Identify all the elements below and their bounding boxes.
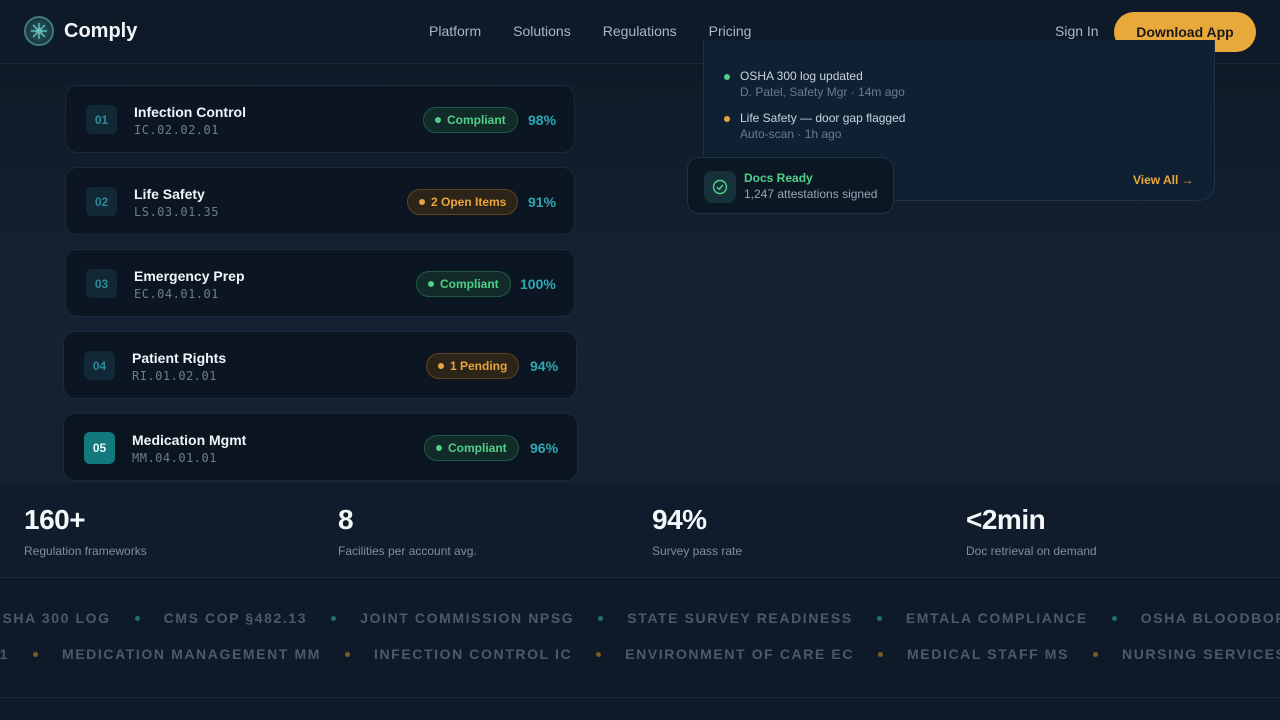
status-dot-icon [428,281,434,287]
card-code: LS.03.01.35 [134,205,219,219]
ticker-item: OSHA 300 LOG [0,610,111,626]
status-badge-label: Compliant [447,113,506,127]
status-badge: Compliant [416,271,511,297]
ticker-item: MEDICAL STAFF MS [907,646,1070,662]
activity-dot-icon [724,116,730,122]
status-badge: 1 Pending [426,353,520,379]
brand-name: Comply [64,19,138,42]
card-number-active: 05 [84,432,115,464]
ticker-dot-icon [331,615,337,621]
status-dot-icon [419,199,425,205]
ticker-dot-icon [32,651,38,657]
activity-dot-icon [724,74,730,80]
compliance-percent: 91% [528,194,557,210]
ticker-item: MEDICATION MANAGEMENT MM [61,646,321,662]
stat-value: 160+ [24,504,86,535]
divider [0,697,1280,698]
check-circle-icon [704,171,736,203]
card-code: RI.01.02.01 [132,369,217,383]
docs-title: Docs Ready [744,171,813,185]
card-number: 02 [86,187,117,216]
brand[interactable]: Comply [24,16,137,46]
status-dot-icon [438,363,444,369]
ticker-dot-icon [134,615,140,621]
view-all-link[interactable]: View All → [1133,173,1194,187]
ticker-item: STATE SURVEY READINESS [627,610,853,626]
card-title: Patient Rights [132,350,227,366]
nav-link-regulations[interactable]: Regulations [603,23,677,39]
status-badge: 2 Open Items [407,189,519,215]
nav-link-solutions[interactable]: Solutions [513,23,571,39]
card-code: MM.04.01.01 [132,451,217,465]
ticker-item: CMS COP §482.13 [163,610,308,626]
activity-meta: Auto-scan · 1h ago [740,127,842,141]
docs-subtitle: 1,247 attestations signed [744,187,878,201]
stat-doc-retrieval: <2min Doc retrieval on demand [966,504,1097,558]
card-code: EC.04.01.01 [134,287,219,301]
status-badge-label: Compliant [440,277,499,291]
ticker-item: OSHA BLOODBORNE [1140,610,1280,626]
compliance-percent: 94% [530,358,559,374]
ticker-dot-icon [344,651,350,657]
card-title: Life Safety [134,186,205,202]
stat-value: <2min [966,504,1046,535]
stat-frameworks: 160+ Regulation frameworks [24,504,147,558]
activity-title: Life Safety — door gap flagged [740,111,906,125]
ticker-item: PATIENT RIGHTS RI.01 [0,646,9,662]
compliance-card-medication-mgmt[interactable]: 05 Medication Mgmt MM.04.01.01 Compliant… [63,413,578,481]
ticker-dot-icon [876,615,882,621]
stat-pass-rate: 94% Survey pass rate [652,504,742,558]
stat-facilities: 8 Facilities per account avg. [338,504,477,558]
ticker-dot-icon [598,615,604,621]
ticker-dot-icon [596,651,602,657]
status-badge: Compliant [424,435,519,461]
ticker-dot-icon [1093,651,1099,657]
compliance-percent: 100% [520,276,556,292]
card-title: Emergency Prep [134,268,245,284]
ticker-item: JOINT COMMISSION NPSG [360,610,575,626]
nav-links: Platform Solutions Regulations Pricing [429,23,751,39]
stat-label: Doc retrieval on demand [966,544,1097,558]
compliance-card-life-safety[interactable]: 02 Life Safety LS.03.01.35 2 Open Items … [65,167,575,235]
compliance-card-patient-rights[interactable]: 04 Patient Rights RI.01.02.01 1 Pending … [63,331,577,399]
ticker-dot-icon [1111,615,1117,621]
status-badge-label: 2 Open Items [431,195,507,209]
card-number: 03 [86,269,117,298]
brand-logo-icon [24,16,54,46]
ticker-item: NURSING SERVICES [1122,646,1280,662]
status-dot-icon [435,117,441,123]
regulation-ticker-bottom: PATIENT RIGHTS RI.01 MEDICATION MANAGEME… [0,646,1280,666]
sign-in-link[interactable]: Sign In [1055,23,1099,39]
activity-title: OSHA 300 log updated [740,69,863,83]
card-title: Infection Control [134,104,246,120]
ticker-item: EMTALA COMPLIANCE [905,610,1088,626]
ticker-dot-icon [878,651,884,657]
status-badge-label: Compliant [448,441,507,455]
status-badge: Compliant [423,107,518,133]
status-dot-icon [436,445,442,451]
card-code: IC.02.02.01 [134,123,219,137]
card-title: Medication Mgmt [132,432,247,448]
stat-label: Regulation frameworks [24,544,147,558]
card-number: 04 [84,351,115,380]
ticker-item: INFECTION CONTROL IC [373,646,573,662]
docs-ready-card: Docs Ready 1,247 attestations signed [687,157,894,214]
nav-link-pricing[interactable]: Pricing [709,23,752,39]
stats-bar: 160+ Regulation frameworks 8 Facilities … [0,484,1280,578]
compliance-percent: 98% [528,112,557,128]
ticker-item: ENVIRONMENT OF CARE EC [625,646,855,662]
regulation-ticker-top: OSHA 300 LOG CMS COP §482.13 JOINT COMMI… [0,610,1280,630]
status-badge-label: 1 Pending [450,359,508,373]
stat-value: 94% [652,504,707,535]
nav-link-platform[interactable]: Platform [429,23,481,39]
stat-value: 8 [338,504,354,535]
activity-meta: D. Patel, Safety Mgr · 14m ago [740,85,905,99]
compliance-card-emergency-prep[interactable]: 03 Emergency Prep EC.04.01.01 Compliant … [65,249,575,317]
stat-label: Facilities per account avg. [338,544,477,558]
compliance-card-infection-control[interactable]: 01 Infection Control IC.02.02.01 Complia… [65,85,575,153]
stat-label: Survey pass rate [652,544,743,558]
compliance-percent: 96% [530,440,559,456]
card-number: 01 [86,105,117,134]
